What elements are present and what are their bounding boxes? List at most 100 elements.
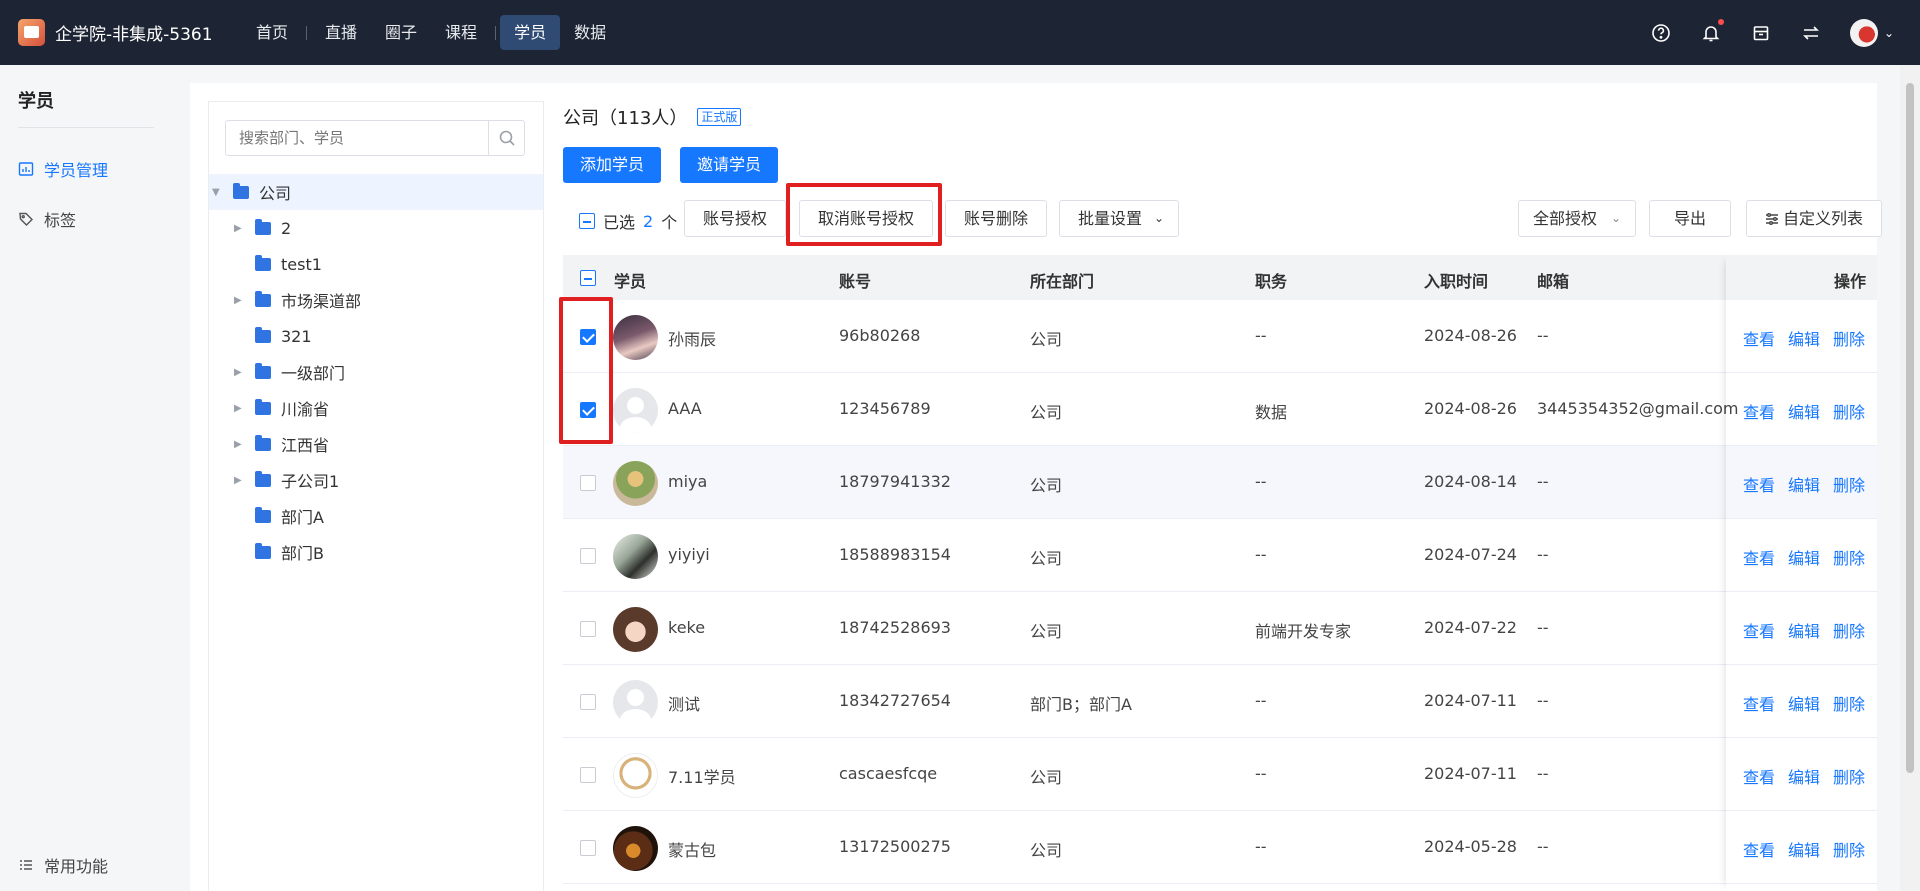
sidebar-item-label: 学员管理 [44,161,109,180]
user-avatar[interactable] [1849,18,1878,47]
app-logo[interactable]: 企学院-非集成-5361 [18,19,228,46]
column-header-email: 邮箱 [1537,272,1570,291]
tree-node[interactable]: ▶ 江西省 [209,426,543,462]
delete-link[interactable]: 删除 [1833,691,1865,715]
student-name: 孙雨辰 [668,330,717,349]
folder-icon [255,290,271,307]
nav-data[interactable]: 数据 [560,15,620,50]
tree-node[interactable]: ▶ 一级部门 [209,354,543,390]
authorization-filter-select[interactable]: 全部授权 ⌄ [1518,200,1637,237]
search-input[interactable] [226,121,488,155]
table-row[interactable]: miya 18797941332 公司 -- 2024-08-14 -- 查看 … [563,446,1877,519]
chevron-down-icon[interactable]: ⌄ [1884,26,1894,40]
tree-node-label: 市场渠道部 [281,292,362,311]
add-student-button[interactable]: 添加学员 [563,147,662,183]
edit-link[interactable]: 编辑 [1788,764,1820,788]
caret-right-icon[interactable]: ▶ [234,439,244,450]
table-row[interactable]: 蒙古包 13172500275 公司 -- 2024-05-28 -- 查看 编… [563,811,1877,884]
delete-link[interactable]: 删除 [1833,545,1865,569]
column-header-actions: 操作 [1834,272,1867,291]
table-row[interactable]: 测试 18342727654 部门B；部门A -- 2024-07-11 -- … [563,665,1877,738]
caret-right-icon[interactable]: ▶ [234,403,244,414]
search-icon[interactable] [488,121,524,155]
delete-link[interactable]: 删除 [1833,399,1865,423]
avatar [613,753,658,798]
delete-link[interactable]: 删除 [1833,618,1865,642]
tree-node[interactable]: test1 [209,246,543,282]
nav-course[interactable]: 课程 [431,15,491,50]
edit-link[interactable]: 编辑 [1788,472,1820,496]
delete-link[interactable]: 删除 [1833,764,1865,788]
table-row[interactable]: AAA 123456789 公司 数据 2024-08-26 344535435… [563,373,1877,446]
grant-account-button[interactable]: 账号授权 [684,200,787,237]
row-checkbox[interactable] [580,694,596,710]
row-checkbox[interactable] [580,548,596,564]
tree-node[interactable]: 部门B [209,534,543,570]
view-link[interactable]: 查看 [1743,764,1775,788]
nav-students[interactable]: 学员 [500,15,561,50]
table-row[interactable]: keke 18742528693 公司 前端开发专家 2024-07-22 --… [563,592,1877,665]
edit-link[interactable]: 编辑 [1788,399,1820,423]
notification-bell-icon[interactable] [1700,18,1724,44]
page-scrollbar[interactable] [1900,65,1920,891]
caret-right-icon[interactable]: ▶ [234,295,244,306]
edit-link[interactable]: 编辑 [1788,618,1820,642]
store-icon[interactable] [1750,22,1772,44]
student-name: 测试 [668,695,701,714]
row-checkbox[interactable] [580,767,596,783]
tree-node[interactable]: ▶ 子公司1 [209,462,543,498]
email-cell: -- [1537,691,1549,710]
caret-right-icon[interactable]: ▶ [234,367,244,378]
nav-divider [306,25,308,40]
batch-settings-dropdown[interactable]: 批量设置 ⌄ [1059,200,1180,237]
tree-node[interactable]: ▶ 川渝省 [209,390,543,426]
view-link[interactable]: 查看 [1743,618,1775,642]
invite-student-button[interactable]: 邀请学员 [680,147,779,183]
tree-node[interactable]: ▶ 2 [209,210,543,246]
nav-home[interactable]: 首页 [242,15,302,50]
switch-icon[interactable] [1800,22,1822,44]
custom-columns-button[interactable]: 自定义列表 [1746,200,1883,237]
caret-right-icon[interactable]: ▶ [234,223,244,234]
tree-node[interactable]: 部门A [209,498,543,534]
selection-info: 已选 2 个 [579,209,677,233]
delete-link[interactable]: 删除 [1833,837,1865,861]
view-link[interactable]: 查看 [1743,837,1775,861]
caret-right-icon[interactable]: ▶ [234,475,244,486]
nav-circle[interactable]: 圈子 [371,15,431,50]
sidebar-title: 学员 [18,91,54,112]
edit-link[interactable]: 编辑 [1788,326,1820,350]
sidebar-item-tags[interactable]: 标签 [18,207,76,231]
nav-live[interactable]: 直播 [311,15,371,50]
tree-node[interactable]: ▶ 市场渠道部 [209,282,543,318]
row-checkbox[interactable] [580,840,596,856]
delete-link[interactable]: 删除 [1833,472,1865,496]
caret-down-icon[interactable]: ▼ [212,187,222,198]
row-checkbox[interactable] [580,621,596,637]
row-checkbox[interactable] [580,475,596,491]
edit-link[interactable]: 编辑 [1788,691,1820,715]
table-row[interactable]: yiyiyi 18588983154 公司 -- 2024-07-24 -- 查… [563,519,1877,592]
delete-account-button[interactable]: 账号删除 [945,200,1048,237]
delete-link[interactable]: 删除 [1833,326,1865,350]
view-link[interactable]: 查看 [1743,472,1775,496]
header-checkbox[interactable] [580,270,596,286]
view-link[interactable]: 查看 [1743,326,1775,350]
edit-link[interactable]: 编辑 [1788,837,1820,861]
sidebar-item-student-management[interactable]: 学员管理 [18,157,108,181]
table-row[interactable]: 孙雨辰 96b80268 公司 -- 2024-08-26 -- 查看 编辑 删… [563,300,1877,373]
help-icon[interactable] [1650,22,1672,44]
table-row[interactable]: 7.11学员 cascaesfcqe 公司 -- 2024-07-11 -- 查… [563,738,1877,811]
view-link[interactable]: 查看 [1743,399,1775,423]
view-link[interactable]: 查看 [1743,545,1775,569]
tree-node[interactable]: 321 [209,318,543,354]
select-all-checkbox[interactable] [579,213,595,229]
top-navigation-bar: 企学院-非集成-5361 首页 直播 圈子 课程 学员 数据 ⌄ [0,0,1920,65]
account-cell: 13172500275 [839,837,951,856]
common-functions-button[interactable]: 常用功能 [18,853,108,877]
view-link[interactable]: 查看 [1743,691,1775,715]
edit-link[interactable]: 编辑 [1788,545,1820,569]
tree-node[interactable]: ▼ 公司 [209,174,543,210]
scrollbar-thumb[interactable] [1906,83,1914,773]
export-button[interactable]: 导出 [1649,200,1732,237]
